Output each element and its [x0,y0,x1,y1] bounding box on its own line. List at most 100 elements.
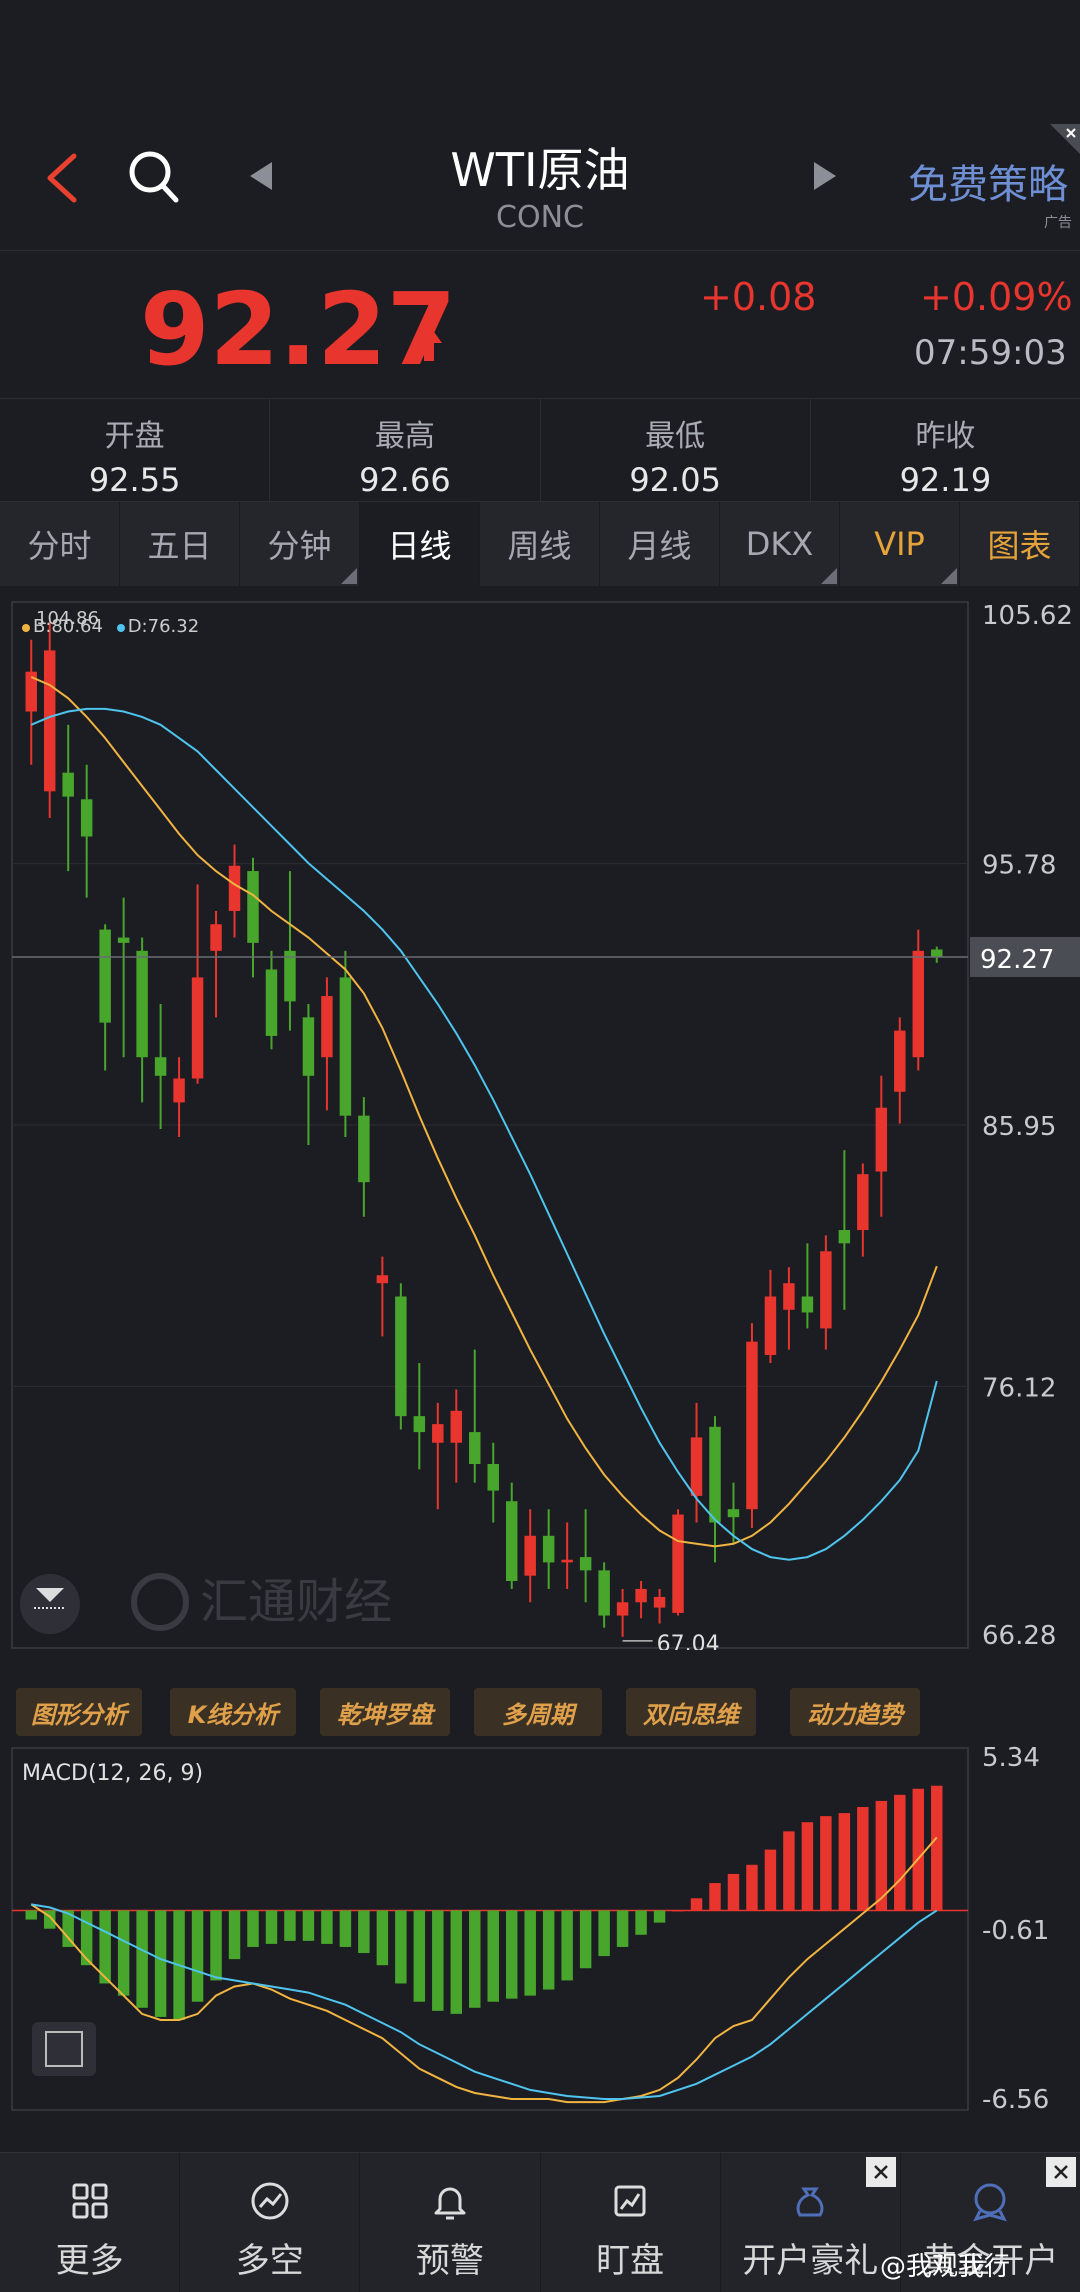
macd-bar [672,1910,684,1912]
macd-chart[interactable]: 5.34 -0.61 -6.56 MACD(12, 26, 9) [0,1740,1080,2120]
tab-minute[interactable]: 分钟 [240,502,360,586]
candle-body [487,1464,499,1491]
candle-body [80,799,93,837]
nav-alert[interactable]: 预警 [360,2153,541,2292]
candle-body [931,949,943,957]
dropdown-corner-icon [341,568,357,584]
chart-legend: 104.86 B:80.64 D:76.32 [22,608,200,637]
macd-bar [542,1910,555,1990]
macd-bar [191,1910,204,2002]
candle-body [598,1570,610,1616]
candle-body [635,1588,647,1603]
candle-body [875,1107,888,1172]
tab-label: 五日 [147,527,212,565]
stat-prev-close: 昨收 92.19 [811,399,1080,501]
y-tick-label: 76.12 [982,1373,1056,1403]
previous-instrument-icon[interactable] [246,158,276,194]
weibo-watermark: @我观我行 [880,2252,1011,2282]
close-icon[interactable] [1046,2157,1077,2187]
tool-two-way[interactable]: 双向思维 [626,1688,756,1736]
candle-body [690,1437,703,1496]
nav-more[interactable]: 更多 [0,2153,181,2292]
tool-momentum[interactable]: 动力趋势 [790,1688,920,1736]
tab-charts[interactable]: 图表 [960,502,1080,586]
last-price: 92.27 [140,271,457,388]
x-date-label: 2026-05-19 [10,1649,161,1650]
macd-bar [321,1910,333,1944]
tab-monthly[interactable]: 月线 [600,502,720,586]
y-tick-label: 85.95 [982,1112,1056,1142]
candle-body [838,1230,851,1244]
nav-account-gift[interactable]: 开户豪礼 [721,2153,901,2292]
macd-bar [764,1849,777,1911]
candle-body [469,1432,481,1465]
tab-weekly[interactable]: 周线 [480,502,600,586]
macd-bar [653,1910,666,1923]
macd-bar [136,1910,148,2008]
free-strategy-link[interactable]: 免费策略 [908,152,1068,210]
macd-bar [450,1910,463,2014]
candle-body [857,1174,869,1231]
candlestick-chart[interactable]: 105.62 95.78 85.95 76.12 66.28 汇通财经 92.27 67.04… [0,590,1080,1650]
back-arrow-icon[interactable] [40,148,84,208]
tool-multi-period[interactable]: 多周期 [474,1688,602,1736]
macd-bar [709,1883,721,1911]
macd-bar [801,1822,814,1911]
macd-bar [820,1816,832,1911]
candle-body [265,969,278,1036]
nav-long-short[interactable]: 多空 [180,2153,361,2292]
candle-body [284,950,296,1002]
tab-label: 日线 [387,527,452,565]
legend-d: D:76.32 [127,616,200,637]
macd-bar [302,1910,315,1941]
period-tabs: 分时 五日 分钟 日线 周线 月线 DKX VIP 图表 [0,502,1080,586]
stat-high: 最高 92.66 [270,399,541,501]
close-icon[interactable] [865,2157,896,2187]
x-glyph-icon [873,2165,888,2179]
price-change-percent: +0.09% [920,275,1073,319]
tab-daily[interactable]: 日线 [360,502,480,586]
macd-bar [413,1910,426,2002]
ad-close-icon[interactable] [1050,124,1080,154]
quote-panel: 92.27 +0.08 +0.09% 07:59:03 [0,250,1080,398]
fullscreen-button [32,2022,96,2076]
d-line-dot-icon [116,624,125,632]
candle-body [154,1057,167,1076]
stat-open: 开盘 92.55 [0,399,271,501]
y-tick-label: 105.62 [982,601,1073,631]
header: WTI原油 CONC 免费策略 广告 [0,0,1080,250]
candle-body [783,1283,795,1310]
candle-body [321,996,333,1058]
stat-value: 92.55 [88,461,181,499]
candle-body [62,772,74,797]
tab-label: 月线 [627,527,692,565]
candle-body [432,1424,444,1443]
nav-watch[interactable]: 盯盘 [541,2153,721,2292]
candle-body [616,1602,629,1616]
macd-bar [524,1910,536,1996]
watermark-text: 汇通财经 [200,1574,392,1630]
ad-label: 广告 [1044,215,1072,231]
tab-dkx[interactable]: DKX [720,502,840,586]
candle-body [542,1535,555,1563]
macd-bar [228,1910,241,1960]
tab-five-day[interactable]: 五日 [120,502,240,586]
next-instrument-icon[interactable] [810,158,840,194]
y-tick-label: 95.78 [982,851,1056,881]
macd-bar [265,1910,278,1944]
candle-body [450,1410,463,1443]
tool-compass[interactable]: 乾坤罗盘 [320,1688,450,1736]
x-date-label: 2026-06-22 [424,1649,575,1650]
tab-intraday[interactable]: 分时 [0,502,120,586]
tool-pattern-analysis[interactable]: 图形分析 [16,1688,142,1736]
stats-row: 开盘 92.55 最高 92.66 最低 92.05 昨收 92.19 [0,398,1080,502]
candle-body [579,1557,592,1571]
macd-bar [579,1910,592,1969]
collapse-button [20,1574,80,1634]
gold-badge-icon [973,2183,1008,2222]
candle-body [524,1535,536,1576]
tab-vip[interactable]: VIP [840,502,960,586]
search-icon[interactable] [126,146,182,206]
tool-kline-analysis[interactable]: K线分析 [170,1688,296,1736]
tab-label: 分钟 [267,527,332,565]
